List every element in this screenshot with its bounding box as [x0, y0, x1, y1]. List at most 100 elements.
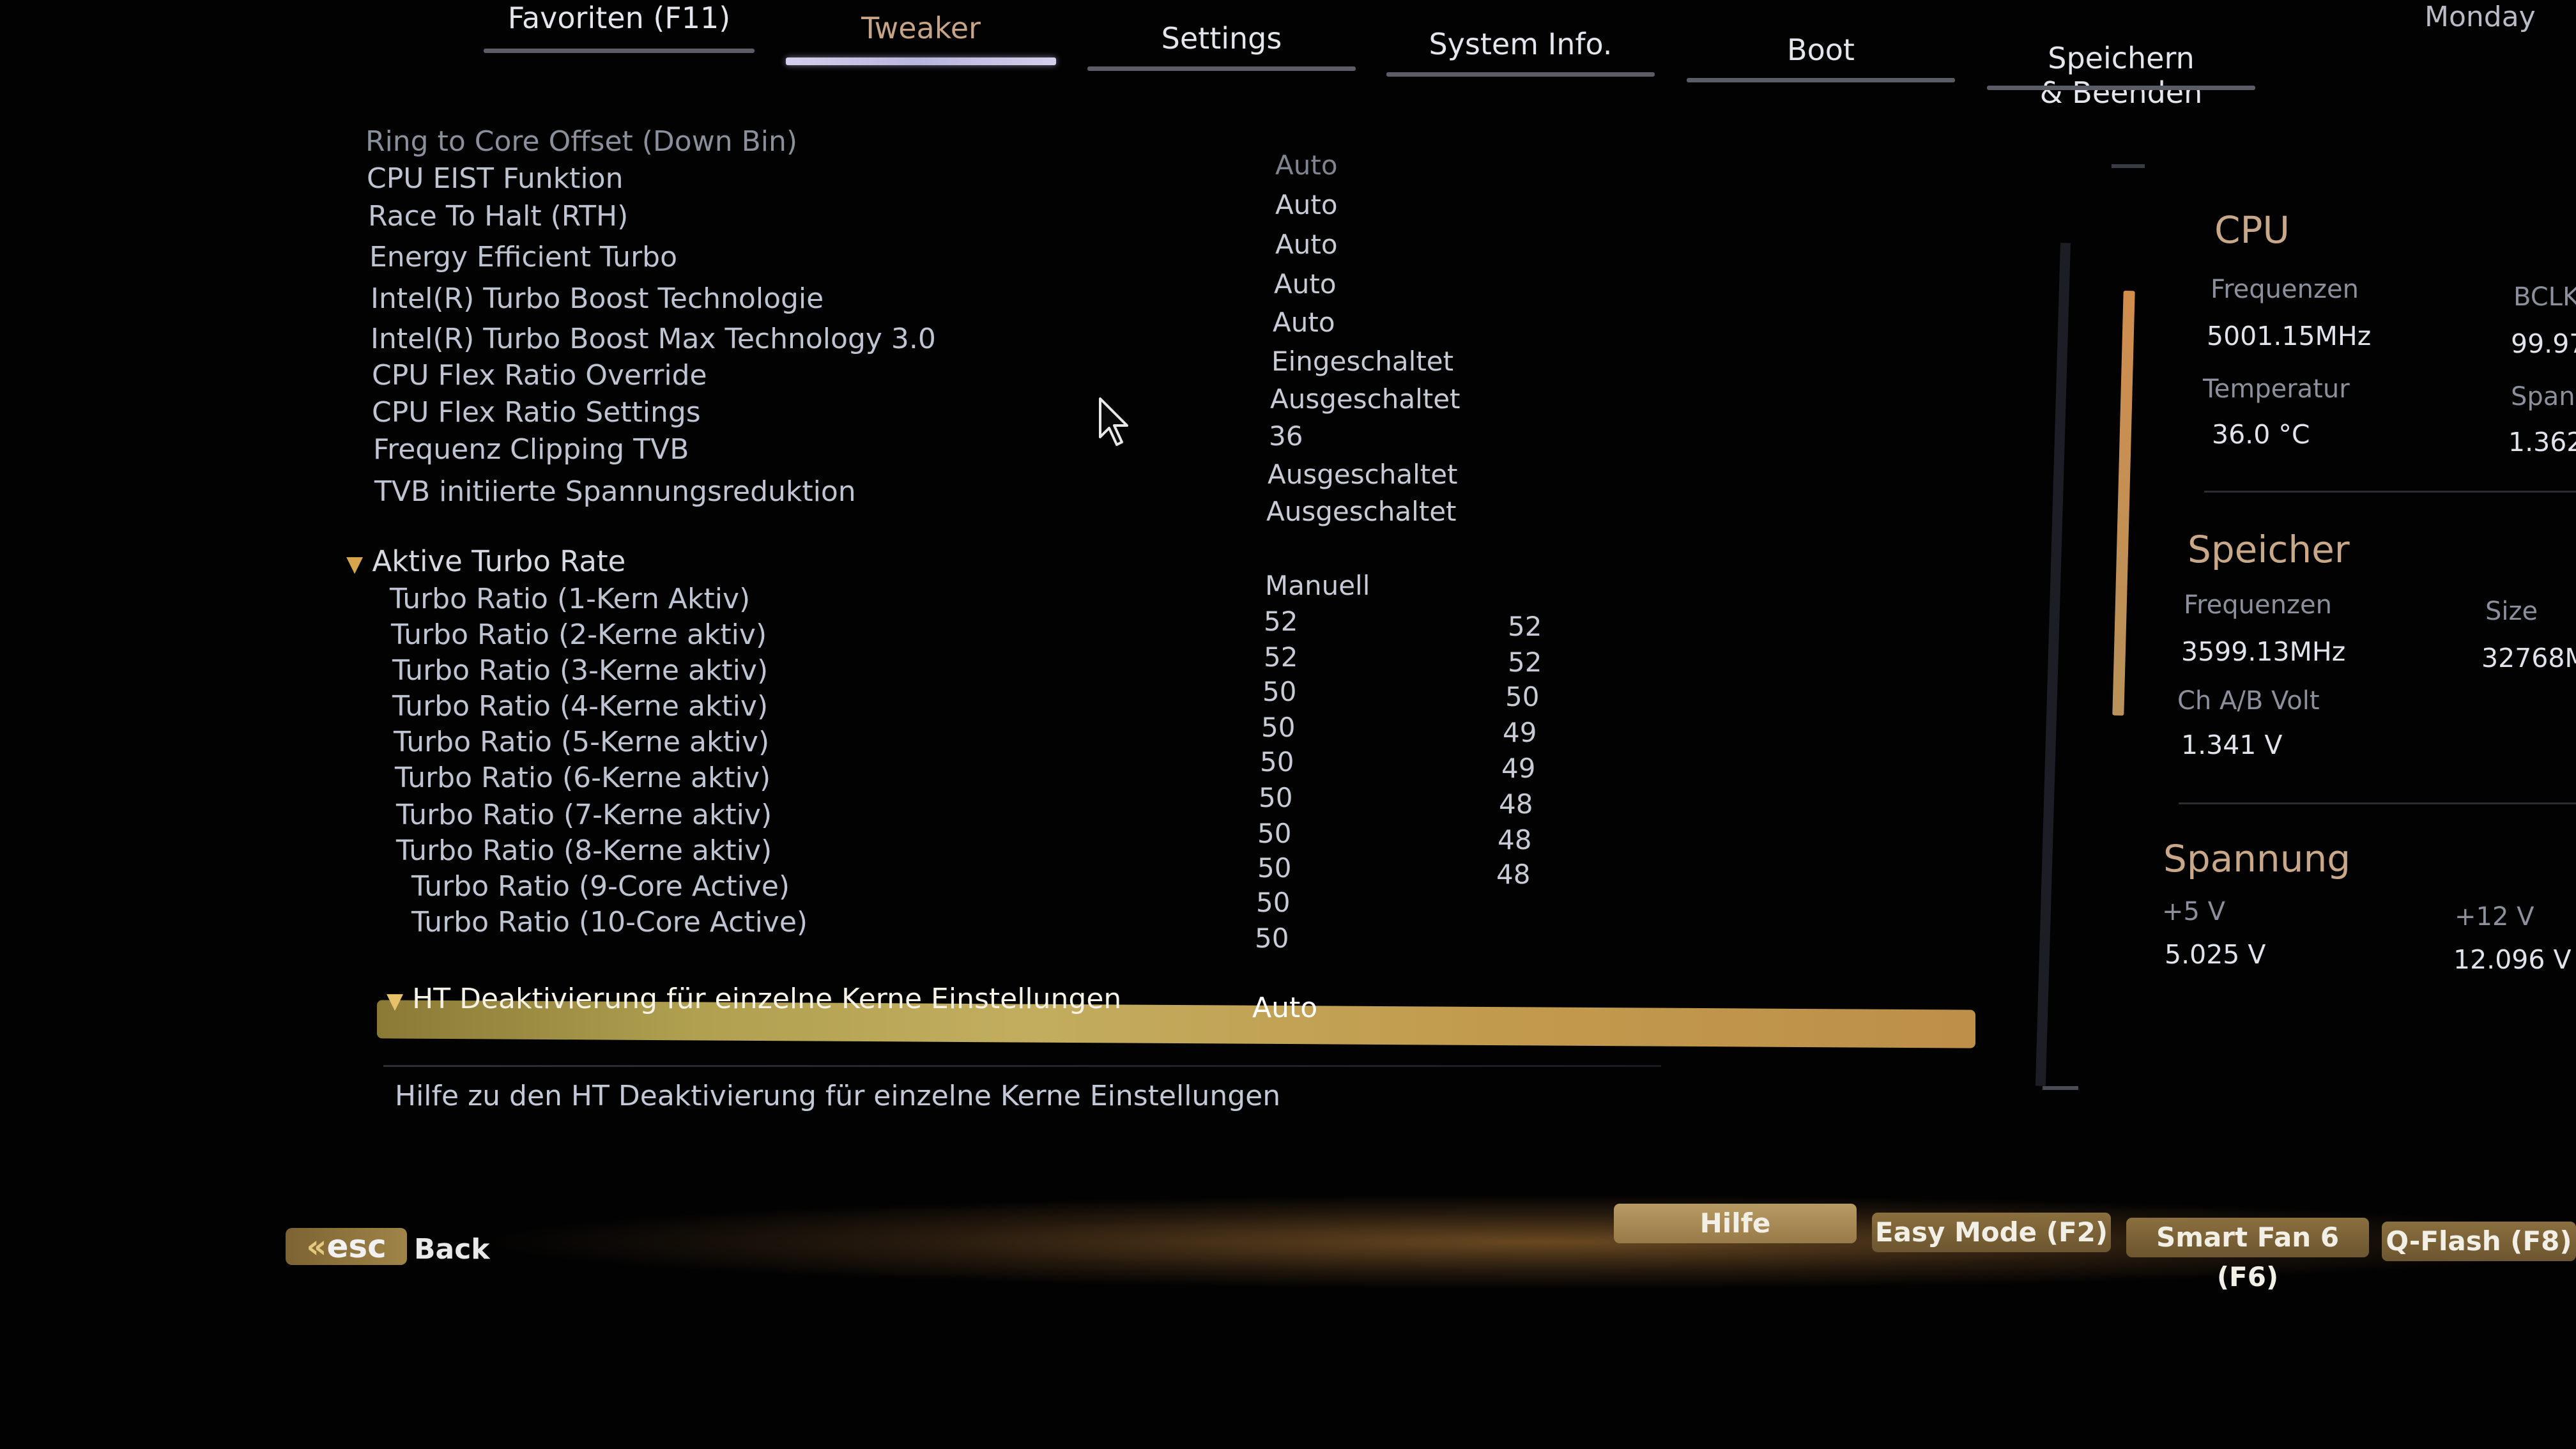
turbo-ratio-value[interactable]: 52 [1264, 606, 1298, 637]
setting-value[interactable]: Auto [1275, 229, 1338, 260]
turbo-ratio-label[interactable]: Turbo Ratio (6-Kerne aktiv) [395, 762, 770, 794]
turbo-ratio-label[interactable]: Turbo Ratio (10-Core Active) [411, 906, 808, 939]
setting-value[interactable]: Auto [1273, 307, 1335, 338]
turbo-ratio-current: 48 [1496, 859, 1531, 890]
setting-value[interactable]: Ausgeschaltet [1266, 496, 1457, 527]
voltage-12v-label: +12 V [2455, 902, 2534, 931]
tab-underline [1987, 86, 2255, 90]
setting-label[interactable]: Frequenz Clipping TVB [373, 433, 689, 466]
tab-system-info[interactable]: System Info. [1386, 26, 1655, 77]
scrollbar-track[interactable] [2035, 243, 2071, 1086]
setting-value[interactable]: Ausgeschaltet [1270, 383, 1460, 415]
turbo-ratio-value[interactable]: 50 [1256, 887, 1290, 918]
turbo-ratio-label[interactable]: Turbo Ratio (2-Kerne aktiv) [391, 618, 767, 651]
turbo-ratio-value[interactable]: 50 [1257, 818, 1291, 849]
setting-label[interactable]: Intel(R) Turbo Boost Technologie [371, 282, 824, 315]
memory-size-value: 32768M [2481, 643, 2576, 673]
turbo-ratio-value[interactable]: 50 [1260, 746, 1294, 778]
tab-favoriten[interactable]: Favoriten (F11) [484, 0, 755, 53]
help-text: Hilfe zu den HT Deaktivierung für einzel… [395, 1080, 1281, 1112]
esc-button[interactable]: «esc [286, 1228, 407, 1265]
help-divider [383, 1065, 1661, 1067]
setting-label[interactable]: Ring to Core Offset (Down Bin) [365, 125, 797, 158]
tab-underline [484, 49, 755, 53]
hilfe-button[interactable]: Hilfe [1614, 1204, 1857, 1243]
memory-heading: Speicher [2188, 528, 2350, 571]
tab-boot-label: Boot [1787, 33, 1855, 67]
cpu-freq-value: 5001.15MHz [2207, 321, 2372, 351]
turbo-ratio-label[interactable]: Turbo Ratio (5-Kerne aktiv) [394, 726, 769, 758]
cpu-bclk-label: BCLK [2513, 282, 2576, 312]
setting-label[interactable]: Intel(R) Turbo Boost Max Technology 3.0 [371, 323, 936, 355]
voltage-12v-value: 12.096 V [2453, 944, 2572, 975]
turbo-ratio-current: 48 [1499, 788, 1533, 820]
memory-size-label: Size [2485, 597, 2538, 626]
setting-value[interactable]: Auto [1275, 189, 1338, 220]
tab-underline-active [786, 57, 1056, 65]
tab-system-info-label: System Info. [1429, 27, 1613, 61]
tab-boot[interactable]: Boot [1687, 32, 1955, 82]
smart-fan-button[interactable]: Smart Fan 6 (F6) [2126, 1218, 2369, 1292]
cpu-bclk-value: 99.97 [2511, 328, 2576, 359]
voltage-heading: Spannung [2163, 837, 2351, 880]
turbo-ratio-current: 52 [1508, 647, 1542, 678]
setting-value[interactable]: Auto [1275, 150, 1338, 181]
scrollbar-bottom-cap [2043, 1086, 2078, 1090]
turbo-ratio-label[interactable]: Turbo Ratio (8-Kerne aktiv) [396, 834, 772, 867]
turbo-mode-value[interactable]: Manuell [1265, 570, 1370, 601]
tab-speichern-beenden[interactable]: Speichern & Beenden [1987, 6, 2255, 144]
turbo-ratio-value[interactable]: 52 [1264, 641, 1298, 673]
setting-label[interactable]: TVB initiierte Spannungsreduktion [374, 475, 856, 508]
mouse-cursor-icon [1099, 397, 1128, 446]
esc-label: esc [326, 1228, 387, 1265]
setting-label[interactable]: CPU EIST Funktion [367, 162, 623, 195]
section-title-label: Aktive Turbo Rate [372, 544, 626, 578]
setting-value[interactable]: Eingeschaltet [1271, 346, 1453, 377]
turbo-ratio-value[interactable]: 50 [1262, 676, 1296, 707]
double-chevron-left-icon: « [306, 1228, 327, 1265]
setting-value[interactable]: 36 [1269, 420, 1303, 452]
setting-value[interactable]: Auto [1274, 268, 1337, 300]
section-aktive-turbo-rate[interactable]: ▼ Aktive Turbo Rate [346, 544, 625, 578]
cpu-temp-value: 36.0 °C [2212, 419, 2310, 450]
setting-label[interactable]: CPU Flex Ratio Override [372, 359, 707, 392]
tab-underline [1687, 78, 1955, 82]
easy-mode-button[interactable]: Easy Mode (F2) [1872, 1213, 2111, 1252]
memory-freq-label: Frequenzen [2184, 590, 2332, 620]
back-label[interactable]: Back [414, 1233, 490, 1266]
selected-row-label: HT Deaktivierung für einzelne Kerne Eins… [412, 983, 1122, 1015]
tab-underline [1386, 72, 1655, 77]
turbo-ratio-current: 49 [1501, 753, 1536, 784]
q-flash-button[interactable]: Q-Flash (F8) [2382, 1222, 2576, 1261]
tab-tweaker-label: Tweaker [861, 11, 981, 45]
setting-label[interactable]: CPU Flex Ratio Settings [372, 396, 701, 429]
turbo-ratio-label[interactable]: Turbo Ratio (4-Kerne aktiv) [392, 690, 768, 723]
setting-value[interactable]: Ausgeschaltet [1268, 459, 1458, 490]
setting-label[interactable]: Race To Halt (RTH) [368, 200, 628, 233]
expand-triangle-icon: ▼ [387, 988, 404, 1014]
scrollbar-thumb[interactable] [2112, 290, 2135, 716]
tab-underline [1087, 66, 1356, 71]
setting-label[interactable]: Energy Efficient Turbo [369, 241, 677, 273]
tab-settings[interactable]: Settings [1087, 20, 1356, 71]
cpu-freq-label: Frequenzen [2211, 275, 2359, 304]
cpu-voltage-value: 1.362 [2508, 427, 2576, 457]
tab-tweaker[interactable]: Tweaker [786, 10, 1056, 65]
turbo-ratio-value[interactable]: 50 [1257, 852, 1291, 884]
turbo-ratio-label[interactable]: Turbo Ratio (3-Kerne aktiv) [392, 654, 768, 687]
turbo-ratio-label[interactable]: Turbo Ratio (1-Kern Aktiv) [390, 583, 750, 615]
voltage-5v-value: 5.025 V [2165, 939, 2266, 970]
voltage-5v-label: +5 V [2162, 897, 2226, 926]
tab-settings-label: Settings [1161, 21, 1282, 56]
turbo-ratio-label[interactable]: Turbo Ratio (9-Core Active) [411, 870, 790, 903]
turbo-ratio-value[interactable]: 50 [1255, 923, 1289, 954]
selected-row-value[interactable]: Auto [1252, 992, 1317, 1024]
memory-volt-value: 1.341 V [2181, 730, 2283, 760]
tab-favoriten-label: Favoriten (F11) [507, 1, 731, 35]
selected-row[interactable]: ▼ HT Deaktivierung für einzelne Kerne Ei… [387, 983, 1121, 1015]
panel-divider [2204, 491, 2576, 493]
turbo-ratio-value[interactable]: 50 [1259, 782, 1292, 813]
turbo-ratio-label[interactable]: Turbo Ratio (7-Kerne aktiv) [396, 799, 772, 831]
weekday-label: Monday [2425, 1, 2536, 33]
turbo-ratio-value[interactable]: 50 [1261, 712, 1295, 743]
